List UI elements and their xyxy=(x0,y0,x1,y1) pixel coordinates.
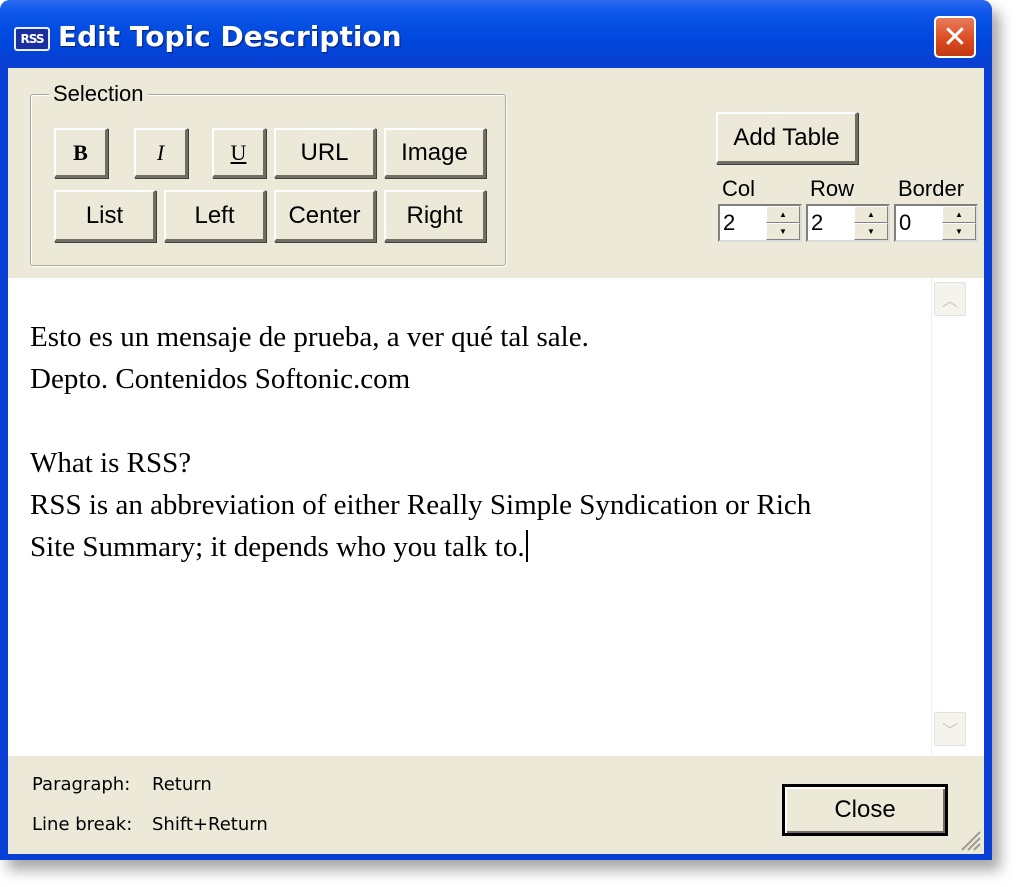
text-caret xyxy=(525,530,528,562)
col-value[interactable]: 2 xyxy=(723,210,735,236)
paragraph-hint-value: Return xyxy=(152,774,212,795)
close-button[interactable]: Close xyxy=(782,784,948,836)
row-value[interactable]: 2 xyxy=(811,210,823,236)
edit-topic-dialog: RSS Edit Topic Description ✕ Selection B… xyxy=(0,0,992,860)
up-arrow-icon: ▲ xyxy=(867,210,875,219)
description-editor[interactable]: Esto es un mensaje de prueba, a ver qué … xyxy=(8,278,984,756)
linebreak-hint-label: Line break: xyxy=(32,814,133,835)
down-arrow-icon: ▼ xyxy=(867,227,875,236)
editor-line: Depto. Contenidos Softonic.com xyxy=(30,363,411,395)
border-value[interactable]: 0 xyxy=(899,210,911,236)
down-arrow-icon: ▼ xyxy=(779,227,787,236)
paragraph-hint-label: Paragraph: xyxy=(32,774,131,795)
add-table-button[interactable]: Add Table xyxy=(716,112,858,164)
align-center-button[interactable]: Center xyxy=(274,190,376,242)
italic-button[interactable]: I xyxy=(134,128,188,178)
resize-grip-icon[interactable] xyxy=(958,828,982,852)
bold-button[interactable]: B xyxy=(54,128,108,178)
up-arrow-icon: ▲ xyxy=(955,210,963,219)
image-button-label: Image xyxy=(401,138,468,166)
align-left-button[interactable]: Left xyxy=(164,190,266,242)
down-arrow-icon: ▼ xyxy=(955,227,963,236)
editor-line: What is RSS? xyxy=(30,447,192,479)
dialog-client-area: Selection B I U URL Image List Left Cent… xyxy=(8,68,984,854)
editor-line-last: Site Summary; it depends who you talk to… xyxy=(30,526,930,568)
window-title: Edit Topic Description xyxy=(58,20,402,53)
align-left-button-label: Left xyxy=(194,201,235,229)
underline-button[interactable]: U xyxy=(212,128,266,178)
linebreak-hint-value: Shift+Return xyxy=(152,814,268,835)
border-decrement-button[interactable]: ▼ xyxy=(942,223,976,240)
rss-app-icon: RSS xyxy=(14,27,50,51)
border-label: Border xyxy=(898,176,965,201)
border-increment-button[interactable]: ▲ xyxy=(942,206,976,223)
add-table-button-label: Add Table xyxy=(733,123,840,151)
row-spinner[interactable]: 2 ▲ ▼ xyxy=(806,204,890,242)
editor-line-text: Site Summary; it depends who you talk to… xyxy=(30,531,525,563)
align-center-button-label: Center xyxy=(288,201,361,229)
italic-button-label: I xyxy=(156,139,165,165)
close-icon: ✕ xyxy=(942,19,968,55)
title-bar[interactable]: RSS Edit Topic Description ✕ xyxy=(0,0,992,68)
editor-line: Esto es un mensaje de prueba, a ver qué … xyxy=(30,321,589,353)
row-decrement-button[interactable]: ▼ xyxy=(854,223,888,240)
url-button-label: URL xyxy=(300,138,349,166)
window-close-button[interactable]: ✕ xyxy=(934,16,976,58)
align-right-button-label: Right xyxy=(406,201,463,229)
scroll-up-button[interactable]: ︿ xyxy=(934,282,966,316)
editor-line: RSS is an abbreviation of either Really … xyxy=(30,489,812,521)
col-spinner[interactable]: 2 ▲ ▼ xyxy=(718,204,802,242)
align-right-button[interactable]: Right xyxy=(384,190,486,242)
row-label: Row xyxy=(810,176,855,201)
chevron-up-icon: ︿ xyxy=(941,291,958,310)
vertical-scrollbar[interactable]: ︿ ﹀ xyxy=(931,278,966,756)
chevron-down-icon: ﹀ xyxy=(941,721,958,740)
bold-button-label: B xyxy=(73,139,88,165)
selection-group-label: Selection xyxy=(49,81,148,107)
up-arrow-icon: ▲ xyxy=(779,210,787,219)
row-increment-button[interactable]: ▲ xyxy=(854,206,888,223)
col-increment-button[interactable]: ▲ xyxy=(766,206,800,223)
scroll-down-button[interactable]: ﹀ xyxy=(934,712,966,746)
close-button-label: Close xyxy=(834,796,896,823)
editor-content[interactable]: Esto es un mensaje de prueba, a ver qué … xyxy=(30,316,930,568)
image-button[interactable]: Image xyxy=(384,128,486,178)
col-decrement-button[interactable]: ▼ xyxy=(766,223,800,240)
list-button[interactable]: List xyxy=(54,190,156,242)
list-button-label: List xyxy=(85,201,124,229)
underline-button-label: U xyxy=(230,139,247,165)
border-spinner[interactable]: 0 ▲ ▼ xyxy=(894,204,978,242)
editor-line xyxy=(30,400,930,442)
col-label: Col xyxy=(722,176,756,201)
url-button[interactable]: URL xyxy=(274,128,376,178)
